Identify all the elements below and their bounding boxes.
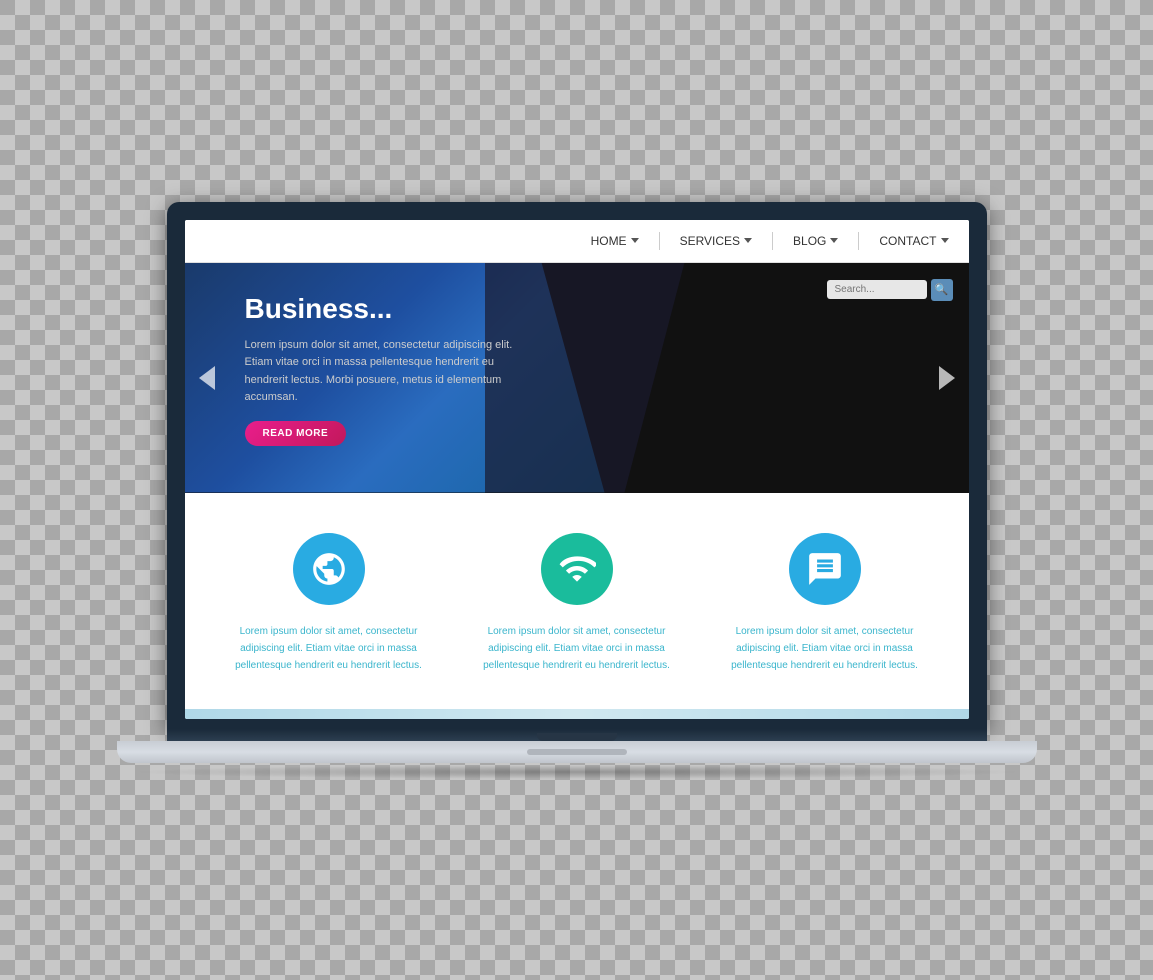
hero-section: Business... Lorem ipsum dolor sit amet, … <box>185 263 969 493</box>
slider-prev-button[interactable] <box>199 366 215 390</box>
search-input[interactable] <box>827 280 927 299</box>
navigation-bar: HOME SERVICES BLOG CONTACT <box>185 220 969 263</box>
nav-divider-3 <box>858 232 859 250</box>
services-dropdown-icon <box>744 238 752 243</box>
hinge-notch <box>537 733 617 741</box>
footer-strip <box>185 709 969 719</box>
blog-dropdown-icon <box>830 238 838 243</box>
nav-divider-1 <box>659 232 660 250</box>
wifi-icon <box>558 550 596 588</box>
laptop-mockup: HOME SERVICES BLOG CONTACT <box>117 202 1037 779</box>
feature-text-globe: Lorem ipsum dolor sit amet, consectetur … <box>219 623 439 674</box>
read-more-button[interactable]: READ MORE <box>245 421 347 446</box>
nav-item-contact[interactable]: CONTACT <box>879 234 948 248</box>
laptop-shadow <box>127 765 1027 779</box>
contact-dropdown-icon <box>941 238 949 243</box>
home-dropdown-icon <box>631 238 639 243</box>
features-section: Lorem ipsum dolor sit amet, consectetur … <box>185 493 969 709</box>
feature-item-wifi: Lorem ipsum dolor sit amet, consectetur … <box>467 533 687 674</box>
slider-next-button[interactable] <box>939 366 955 390</box>
nav-divider-2 <box>772 232 773 250</box>
screen-content: HOME SERVICES BLOG CONTACT <box>185 220 969 719</box>
chat-icon <box>806 550 844 588</box>
feature-item-globe: Lorem ipsum dolor sit amet, consectetur … <box>219 533 439 674</box>
feature-text-wifi: Lorem ipsum dolor sit amet, consectetur … <box>467 623 687 674</box>
laptop-hinge <box>167 729 987 741</box>
feature-item-chat: Lorem ipsum dolor sit amet, consectetur … <box>715 533 935 674</box>
screen-bezel: HOME SERVICES BLOG CONTACT <box>167 202 987 729</box>
hero-search-area: 🔍 <box>827 279 953 301</box>
nav-item-blog[interactable]: BLOG <box>793 234 838 248</box>
hero-body-text: Lorem ipsum dolor sit amet, consectetur … <box>245 337 525 407</box>
globe-icon <box>310 550 348 588</box>
feature-text-chat: Lorem ipsum dolor sit amet, consectetur … <box>715 623 935 674</box>
laptop-base <box>117 741 1037 763</box>
search-button[interactable]: 🔍 <box>931 279 953 301</box>
globe-icon-circle <box>293 533 365 605</box>
chat-icon-circle <box>789 533 861 605</box>
wifi-icon-circle <box>541 533 613 605</box>
nav-item-home[interactable]: HOME <box>591 234 639 248</box>
nav-item-services[interactable]: SERVICES <box>680 234 752 248</box>
